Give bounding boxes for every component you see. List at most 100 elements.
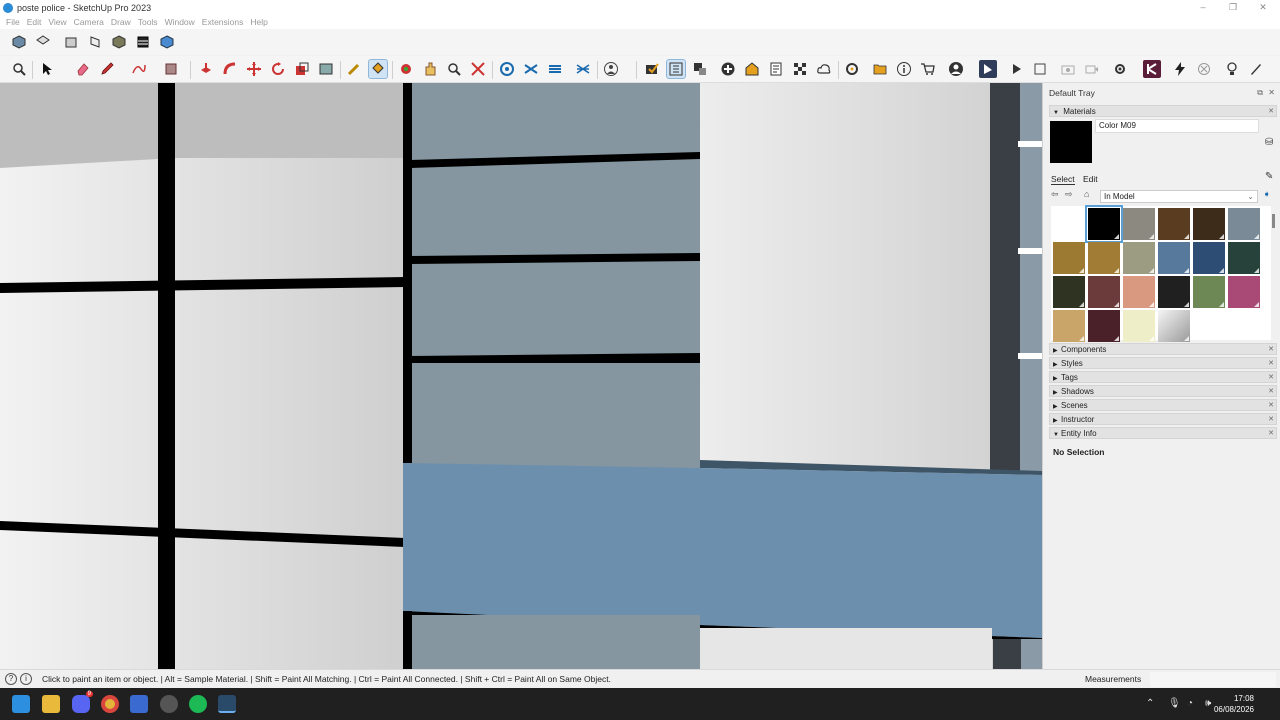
info-icon[interactable] xyxy=(895,60,913,78)
play-icon[interactable] xyxy=(1007,60,1025,78)
volume-icon[interactable]: 🕪 xyxy=(1205,698,1211,709)
windows-start-icon[interactable] xyxy=(12,695,30,713)
zoom-icon[interactable] xyxy=(10,60,28,78)
pen-icon[interactable] xyxy=(1247,60,1265,78)
back-view-icon[interactable] xyxy=(110,33,128,51)
styles-panel-header[interactable]: ▶ Styles ✕ xyxy=(1049,357,1277,369)
material-swatch[interactable] xyxy=(1088,276,1120,308)
cloud-icon[interactable] xyxy=(815,60,833,78)
section-plane-icon[interactable] xyxy=(498,60,516,78)
orbit-icon[interactable] xyxy=(397,60,415,78)
geo-location-icon[interactable]: ? xyxy=(5,673,17,685)
discord-icon[interactable]: 9 xyxy=(72,691,93,713)
app-icon-2[interactable] xyxy=(160,695,178,713)
minimize-button[interactable]: – xyxy=(1188,0,1218,15)
material-swatch[interactable] xyxy=(1228,208,1260,240)
material-swatch[interactable] xyxy=(1053,310,1085,342)
menu-extensions[interactable]: Extensions xyxy=(202,17,244,27)
material-swatch[interactable] xyxy=(1193,242,1225,274)
library-dropdown[interactable]: In Model ⌄ xyxy=(1100,190,1258,203)
paint-bucket-icon[interactable] xyxy=(368,59,388,79)
pan-icon[interactable] xyxy=(421,60,439,78)
menu-help[interactable]: Help xyxy=(250,17,267,27)
instructor-icon[interactable]: i xyxy=(20,673,32,685)
material-swatch[interactable] xyxy=(1158,242,1190,274)
material-swatch[interactable] xyxy=(1193,276,1225,308)
chrome-icon[interactable] xyxy=(101,695,119,713)
left-vertical-mullion[interactable] xyxy=(158,83,175,669)
cart-icon[interactable] xyxy=(919,60,937,78)
mic-icon[interactable]: 🎙 xyxy=(1168,698,1181,709)
texture-icon[interactable] xyxy=(791,60,809,78)
material-swatch[interactable] xyxy=(1123,276,1155,308)
person-icon[interactable] xyxy=(602,60,620,78)
menu-camera[interactable]: Camera xyxy=(74,17,104,27)
left-glass-panel[interactable] xyxy=(0,83,405,669)
folder-icon[interactable] xyxy=(871,60,889,78)
dimension-icon[interactable] xyxy=(691,60,709,78)
instructor-panel-header[interactable]: ▶ Instructor ✕ xyxy=(1049,413,1277,425)
components-panel-header[interactable]: ▶ Components ✕ xyxy=(1049,343,1277,355)
layout-icon[interactable] xyxy=(767,60,785,78)
tags-panel-header[interactable]: ▶ Tags ✕ xyxy=(1049,371,1277,383)
rectangle-icon[interactable] xyxy=(162,60,180,78)
menu-window[interactable]: Window xyxy=(165,17,195,27)
camera-icon[interactable] xyxy=(1059,60,1077,78)
material-swatch[interactable] xyxy=(1228,276,1260,308)
scale-icon[interactable] xyxy=(293,60,311,78)
wifi-icon[interactable]: ◔ xyxy=(1187,698,1193,709)
material-swatch[interactable] xyxy=(1053,242,1085,274)
close-button[interactable]: ✕ xyxy=(1248,0,1278,15)
blue-beam[interactable] xyxy=(403,463,1042,638)
measurements-input[interactable] xyxy=(1150,672,1276,687)
bottom-view-icon[interactable] xyxy=(158,33,176,51)
video-icon[interactable] xyxy=(1083,60,1101,78)
eraser-icon[interactable] xyxy=(74,60,92,78)
panel-close-icon[interactable]: ✕ xyxy=(1268,106,1274,117)
maximize-button[interactable]: ❐ xyxy=(1218,0,1248,15)
texture-tool-icon[interactable] xyxy=(317,60,335,78)
chevron-up-icon[interactable]: ⌃ xyxy=(1146,698,1154,709)
extension-icon[interactable] xyxy=(843,60,861,78)
material-swatch[interactable] xyxy=(1123,242,1155,274)
settings-icon[interactable] xyxy=(1111,60,1129,78)
menu-view[interactable]: View xyxy=(48,17,66,27)
material-swatch[interactable] xyxy=(1053,276,1085,308)
pin-icon[interactable]: ⧉ xyxy=(1257,85,1263,101)
tape-measure-icon[interactable] xyxy=(345,60,363,78)
model-viewport[interactable] xyxy=(0,83,1042,669)
app-icon[interactable] xyxy=(130,695,148,713)
material-swatch[interactable] xyxy=(1158,310,1190,342)
solid-tools-icon[interactable] xyxy=(643,60,661,78)
flash-icon[interactable] xyxy=(1171,60,1189,78)
swatch-scrollbar[interactable] xyxy=(1272,214,1275,228)
bulb-icon[interactable] xyxy=(1223,60,1241,78)
material-swatch[interactable] xyxy=(1088,310,1120,342)
material-swatch[interactable] xyxy=(1123,310,1155,342)
material-name-field[interactable]: Color M09 xyxy=(1095,119,1259,133)
material-swatch[interactable] xyxy=(1228,242,1260,274)
add-icon[interactable] xyxy=(719,60,737,78)
sample-paint-icon[interactable]: ✎ xyxy=(1265,171,1273,182)
stop-icon[interactable] xyxy=(1031,60,1049,78)
menu-tools[interactable]: Tools xyxy=(138,17,158,27)
move-icon[interactable] xyxy=(245,60,263,78)
material-swatch[interactable] xyxy=(1123,208,1155,240)
material-swatch[interactable] xyxy=(1158,208,1190,240)
menu-draw[interactable]: Draw xyxy=(111,17,131,27)
materials-panel-header[interactable]: ▼ Materials ✕ xyxy=(1049,105,1277,117)
freehand-icon[interactable] xyxy=(130,60,148,78)
details-icon[interactable]: ➧ xyxy=(1263,189,1271,200)
material-swatch[interactable] xyxy=(1053,208,1085,240)
pencil-icon[interactable] xyxy=(98,60,116,78)
section-display-icon[interactable] xyxy=(522,60,540,78)
push-pull-icon[interactable] xyxy=(197,60,215,78)
tray-close-icon[interactable]: ✕ xyxy=(1268,85,1275,101)
cancel-icon[interactable] xyxy=(1195,60,1213,78)
clock[interactable]: 17:08 06/08/2026 xyxy=(1214,693,1254,715)
material-swatch[interactable] xyxy=(1088,242,1120,274)
scenes-panel-header[interactable]: ▶ Scenes ✕ xyxy=(1049,399,1277,411)
menu-edit[interactable]: Edit xyxy=(27,17,42,27)
right-view-icon[interactable] xyxy=(86,33,104,51)
material-swatch[interactable] xyxy=(1158,276,1190,308)
